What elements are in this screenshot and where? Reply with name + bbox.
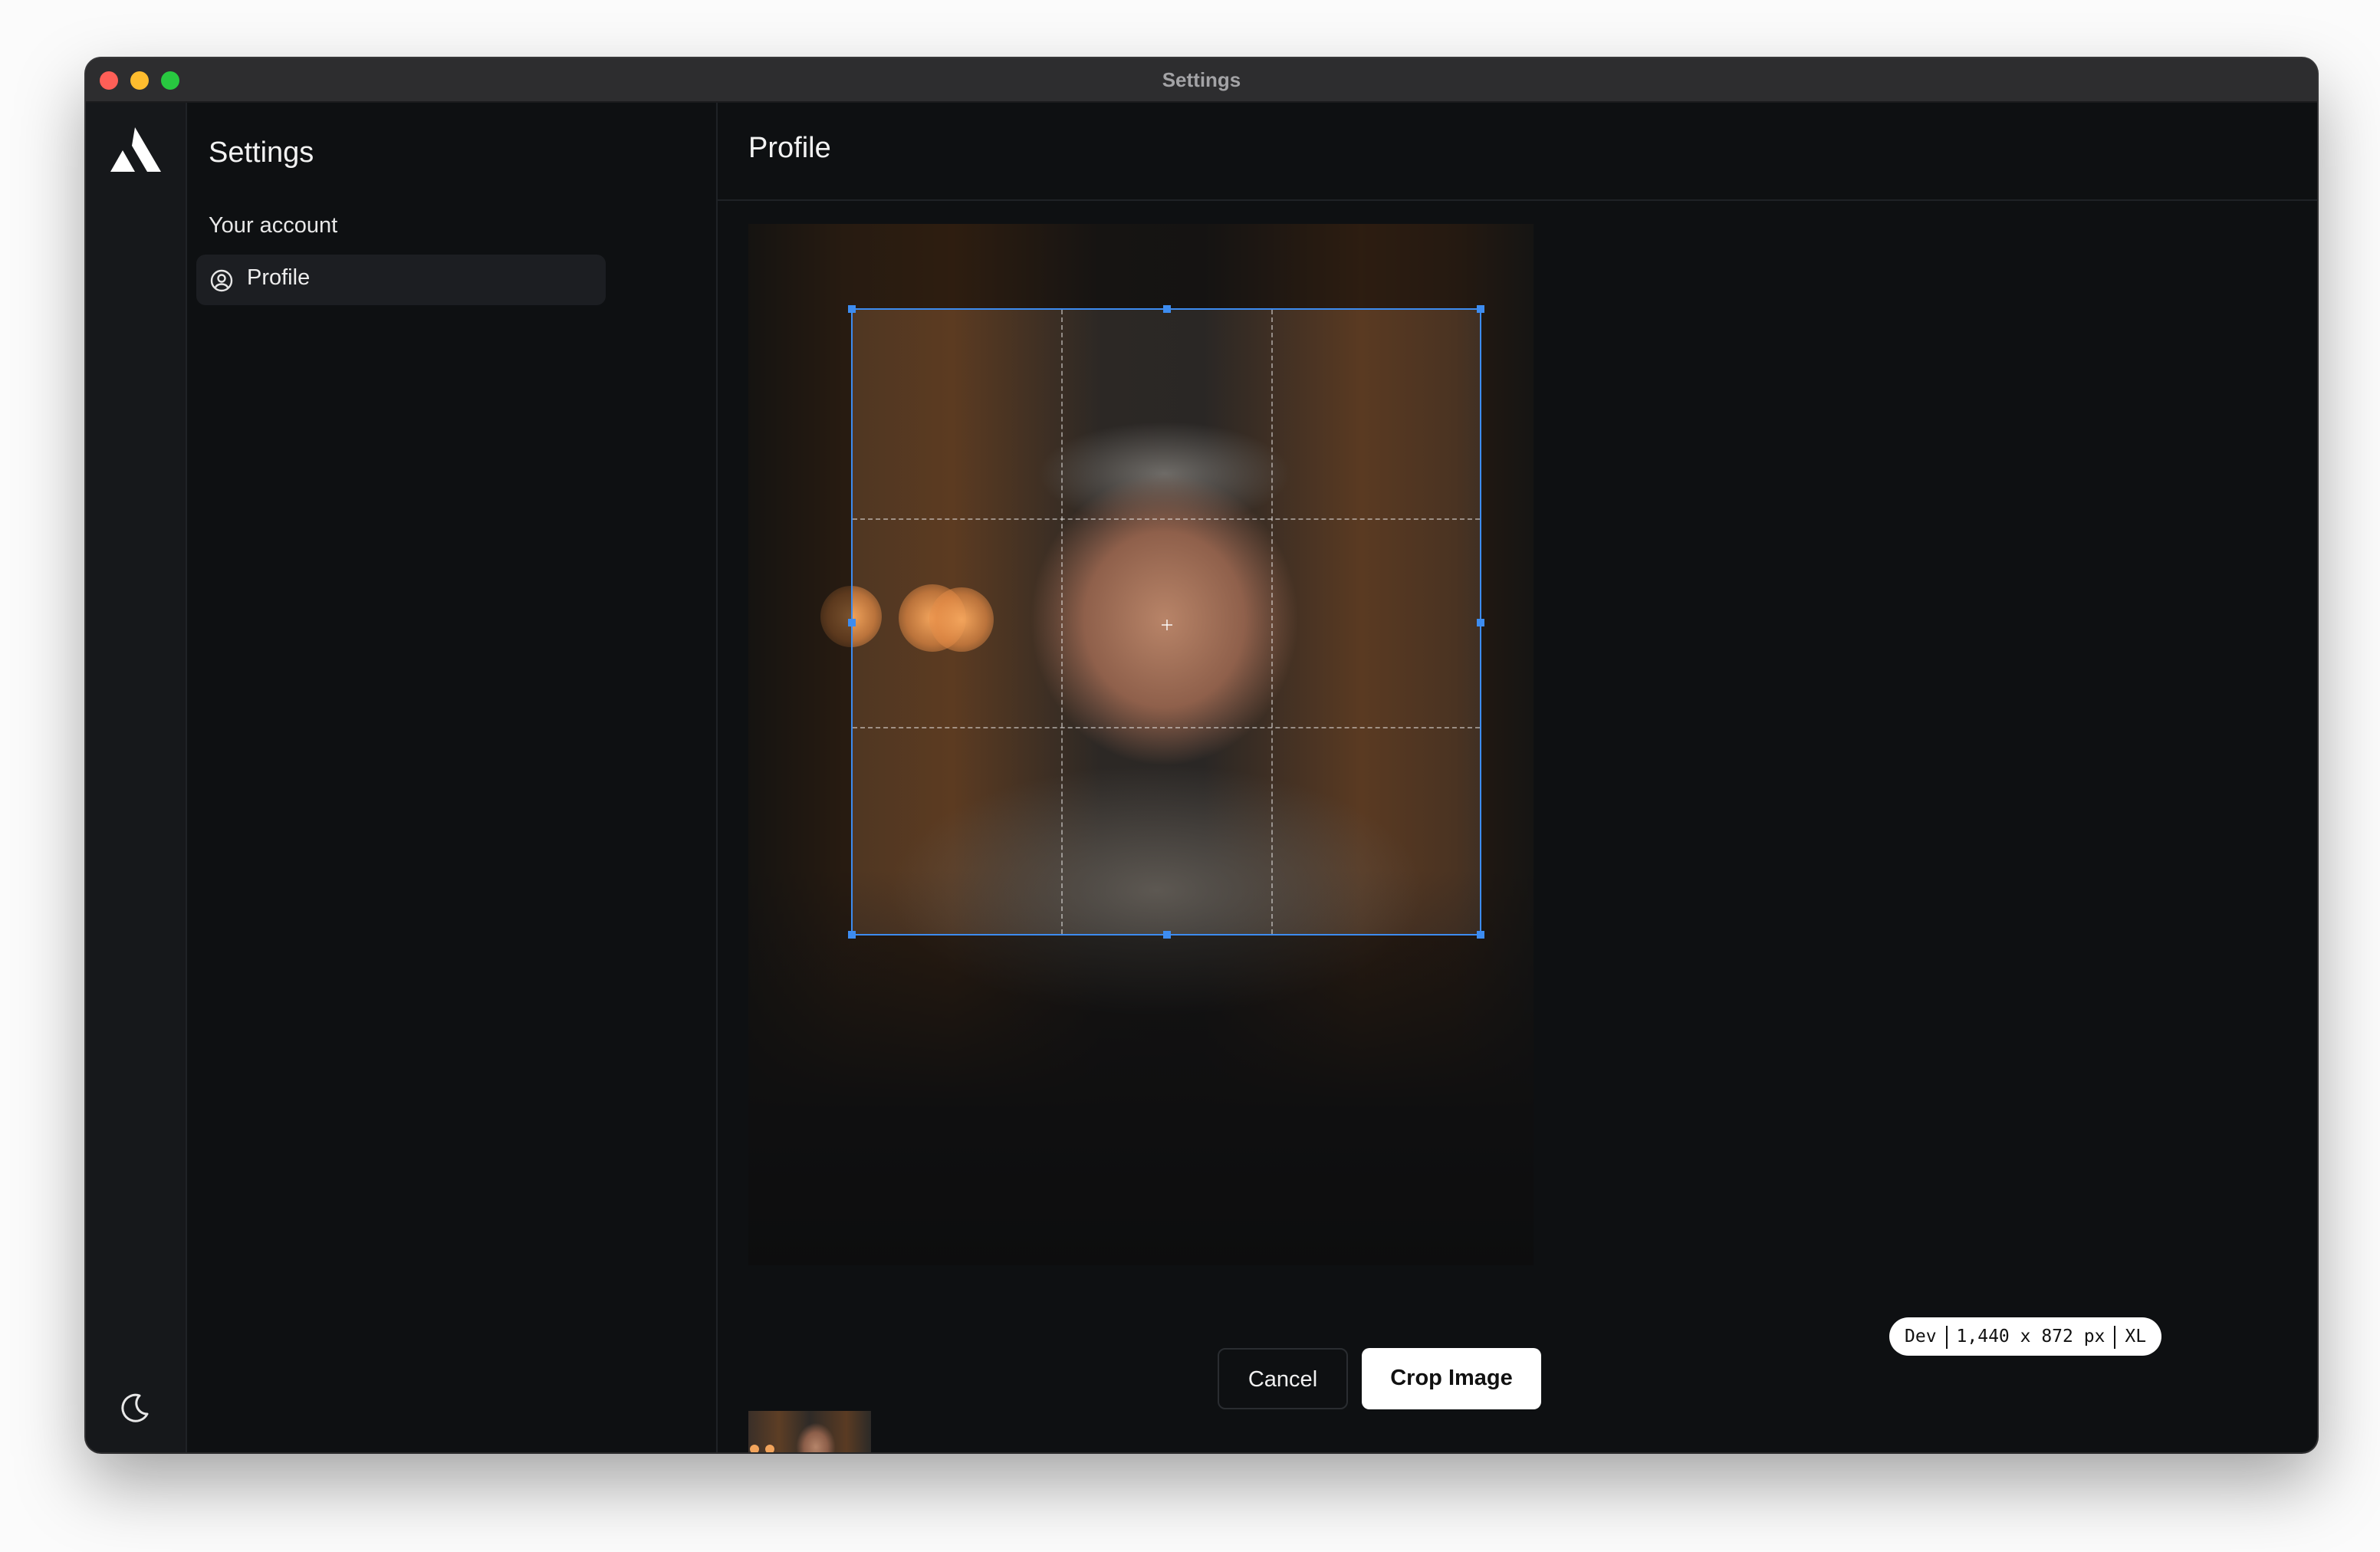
crop-handle-top[interactable] bbox=[1163, 305, 1171, 313]
crop-overlay-bottom bbox=[748, 935, 1534, 1265]
dev-env-label: Dev bbox=[1905, 1327, 1937, 1346]
sidebar-item-profile[interactable]: Profile bbox=[196, 255, 606, 305]
sidebar-item-label: Profile bbox=[247, 265, 311, 290]
dev-viewport-size: 1,440 x 872 px bbox=[1956, 1327, 2106, 1346]
page-title: Profile bbox=[748, 132, 831, 164]
crop-image-button[interactable]: Crop Image bbox=[1362, 1348, 1541, 1409]
crop-overlay-top bbox=[748, 224, 1534, 308]
crop-handle-top-left[interactable] bbox=[848, 305, 856, 313]
crop-handle-right[interactable] bbox=[1477, 619, 1484, 626]
moon-icon[interactable] bbox=[118, 1391, 152, 1425]
user-circle-icon bbox=[210, 269, 233, 292]
section-label-your-account: Your account bbox=[209, 213, 338, 238]
main-content: Profile Cancel Crop Image bbox=[718, 103, 2317, 1452]
photo-bokeh bbox=[750, 1445, 759, 1452]
crop-grid-line bbox=[853, 727, 1480, 728]
page-header: Profile bbox=[718, 103, 2317, 201]
crop-handle-bottom[interactable] bbox=[1163, 931, 1171, 939]
crop-handle-left[interactable] bbox=[848, 619, 856, 626]
photo-bokeh bbox=[765, 1445, 774, 1452]
cancel-button[interactable]: Cancel bbox=[1218, 1348, 1348, 1409]
crop-grid-line bbox=[1271, 310, 1273, 934]
title-bar: Settings bbox=[86, 58, 2317, 103]
crop-handle-bottom-right[interactable] bbox=[1477, 931, 1484, 939]
crop-handle-bottom-left[interactable] bbox=[848, 931, 856, 939]
sidebar-title: Settings bbox=[209, 136, 314, 169]
image-cropper[interactable] bbox=[748, 224, 1534, 1265]
crop-handle-top-right[interactable] bbox=[1477, 305, 1484, 313]
crop-overlay-left bbox=[748, 308, 851, 935]
crop-overlay-right bbox=[1481, 308, 1534, 935]
dev-breakpoint: XL bbox=[2125, 1327, 2147, 1346]
app-logo-icon[interactable] bbox=[109, 126, 161, 173]
dev-viewport-badge: Dev 1,440 x 872 px XL bbox=[1889, 1317, 2162, 1356]
icon-rail bbox=[86, 103, 187, 1452]
profile-image-preview bbox=[748, 1411, 871, 1452]
badge-divider bbox=[1945, 1325, 1948, 1349]
crop-selection[interactable] bbox=[848, 305, 1484, 939]
crop-grid-line bbox=[1061, 310, 1063, 934]
window-title: Settings bbox=[1162, 68, 1241, 91]
crop-grid-line bbox=[853, 518, 1480, 520]
crop-center-icon bbox=[1162, 620, 1172, 630]
app-window: Settings Settings Your account Profile P… bbox=[86, 58, 2317, 1452]
settings-sidebar: Settings Your account Profile bbox=[187, 103, 718, 1452]
badge-divider bbox=[2114, 1325, 2116, 1349]
